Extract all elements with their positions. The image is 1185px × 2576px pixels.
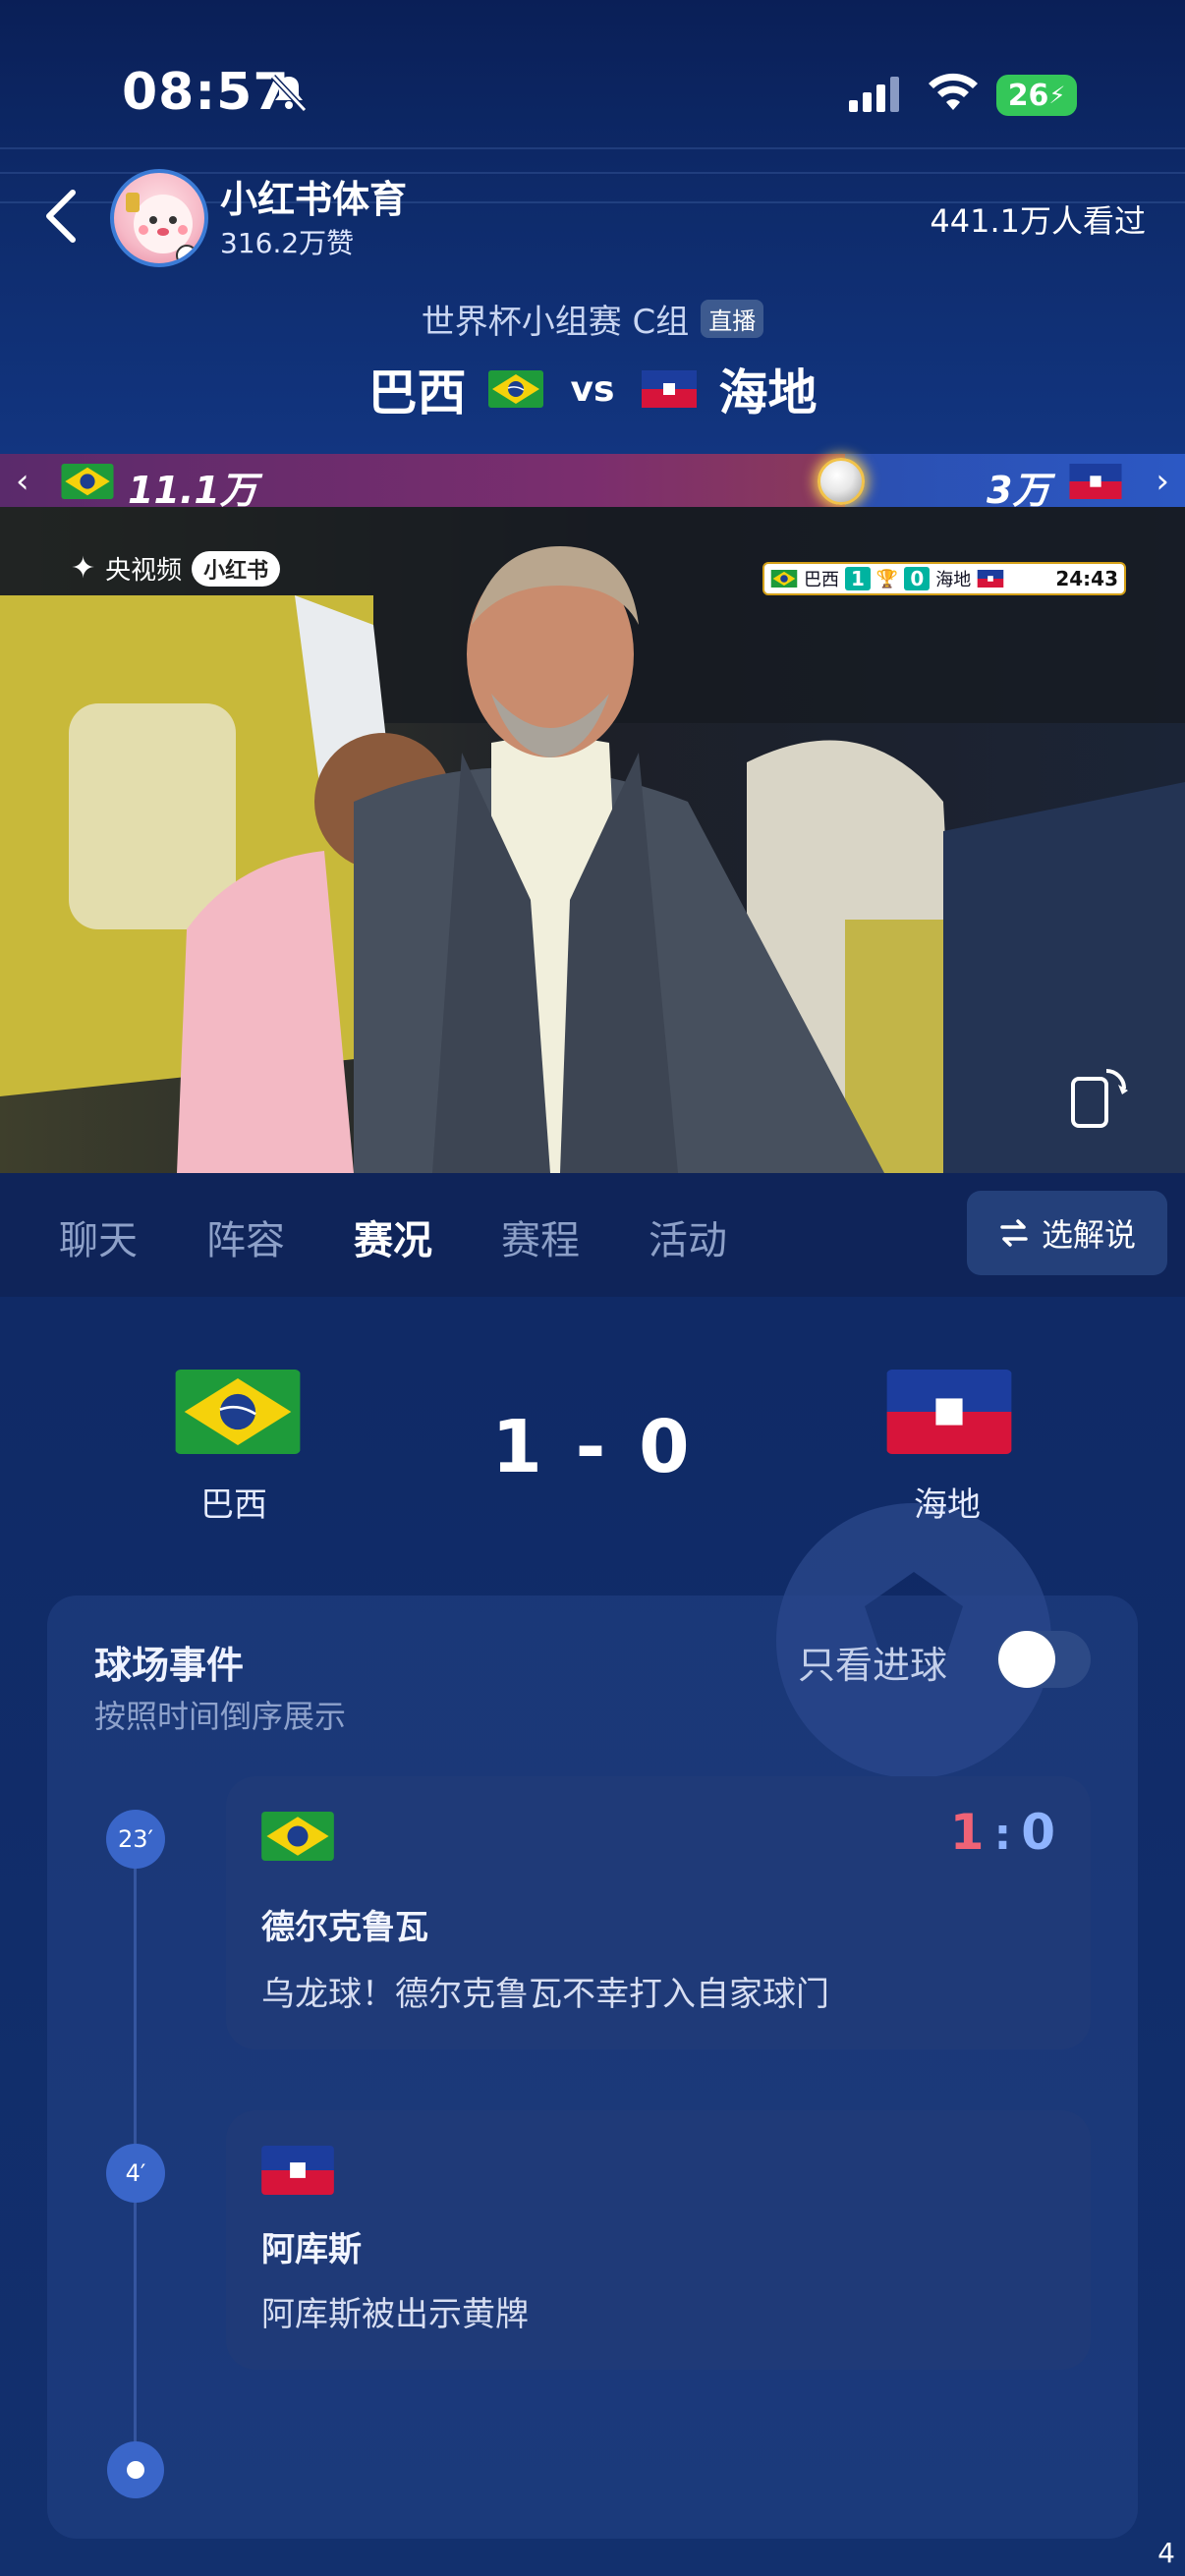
tab-activity[interactable]: 活动 xyxy=(649,1208,727,1265)
away-team-label: 海地 xyxy=(914,1485,981,1525)
scoreboard-home-score: 1 xyxy=(845,567,871,590)
tab-bar: 聊天 阵容 赛况 赛程 活动 选解说 xyxy=(0,1173,1185,1297)
brazil-flag-icon xyxy=(61,464,114,499)
select-commentary-button[interactable]: 选解说 xyxy=(967,1191,1167,1275)
battery-indicator: 26 ⚡ xyxy=(996,75,1077,116)
rotate-screen-icon[interactable] xyxy=(1069,1065,1130,1130)
match-clock: 24:43 xyxy=(1055,567,1118,590)
scoreboard-away: 海地 xyxy=(935,570,972,590)
event-player: 德尔克鲁瓦 xyxy=(261,1908,428,1947)
channel-name[interactable]: 小红书体育 xyxy=(220,169,407,223)
event-score-home: 1 xyxy=(949,1804,985,1861)
events-title: 球场事件 xyxy=(94,1644,245,1687)
brazil-flag-icon xyxy=(770,570,798,588)
away-team-flag xyxy=(886,1370,1012,1454)
home-support[interactable]: ‹ 11.1万 xyxy=(0,454,845,512)
view-count: 441.1万人看过 xyxy=(930,202,1146,240)
tab-chat[interactable]: 聊天 xyxy=(59,1208,138,1265)
mute-icon xyxy=(270,74,308,113)
football-icon xyxy=(818,458,865,505)
live-video-player[interactable]: ✦ 央视频 小红书 巴西 1 🏆 0 海地 24:43 xyxy=(0,507,1185,1173)
live-badge: 直播 xyxy=(701,300,764,338)
haiti-flag-icon xyxy=(1069,464,1122,499)
tab-schedule[interactable]: 赛程 xyxy=(501,1208,580,1265)
cctv-icon: ✦ xyxy=(71,551,96,586)
broadcaster-name: 央视频 xyxy=(105,556,183,586)
match-status-panel: 巴西 1 - 0 海地 球场事件 按照时间倒序展示 只看进球 23′ 1:0 德… xyxy=(0,1297,1185,2576)
timeline-end-icon xyxy=(107,2441,164,2498)
trophy-icon: 🏆 xyxy=(875,568,899,589)
swap-icon xyxy=(1000,1219,1028,1247)
goals-only-label: 只看进球 xyxy=(798,1644,948,1687)
haiti-flag-icon xyxy=(886,1370,1012,1454)
support-bar[interactable]: ‹ 11.1万 3万 › xyxy=(0,454,1185,512)
match-stage-label: 世界杯小组赛 C组 xyxy=(421,303,690,342)
event-item[interactable]: 1:0 德尔克鲁瓦 乌龙球！德尔克鲁瓦不幸打入自家球门 xyxy=(226,1776,1091,2049)
event-player: 阿库斯 xyxy=(261,2230,362,2269)
event-score: 1:0 xyxy=(950,1804,1055,1861)
scoreboard-home: 巴西 xyxy=(804,570,839,590)
home-support-count: 11.1万 xyxy=(128,469,257,512)
match-teams: 巴西 vs 海地 xyxy=(0,354,1185,424)
tab-lineup[interactable]: 阵容 xyxy=(206,1208,285,1265)
video-frame xyxy=(0,507,1185,1173)
toggle-knob xyxy=(998,1631,1055,1688)
broadcaster-logo: ✦ 央视频 小红书 xyxy=(71,550,281,587)
event-team-flag xyxy=(261,2146,334,2195)
scoreboard-away-score: 0 xyxy=(904,567,931,590)
away-support-count: 3万 xyxy=(987,469,1050,512)
live-header: 08:57 26 ⚡ 小红书体育 316.2万赞 441.1万人看过 世界杯小组… xyxy=(0,0,1185,454)
haiti-flag-icon xyxy=(978,570,1004,588)
event-team-flag xyxy=(261,1812,334,1861)
away-team-name: 海地 xyxy=(718,364,818,421)
away-support[interactable]: 3万 › xyxy=(845,454,1185,512)
brazil-flag-icon xyxy=(261,1812,334,1861)
channel-likes: 316.2万赞 xyxy=(220,227,355,259)
tab-match-status[interactable]: 赛况 xyxy=(354,1208,432,1265)
channel-avatar[interactable] xyxy=(110,169,208,267)
video-scoreboard: 巴西 1 🏆 0 海地 24:43 xyxy=(762,562,1126,595)
battery-level: 26 xyxy=(1007,78,1049,113)
haiti-flag-icon xyxy=(642,370,698,408)
goals-only-toggle[interactable] xyxy=(996,1631,1091,1688)
page-number: 4 xyxy=(1157,2537,1175,2569)
event-minute: 4′ xyxy=(106,2144,165,2203)
status-time: 08:57 xyxy=(122,63,290,122)
event-score-away: 0 xyxy=(1021,1804,1055,1861)
wifi-icon xyxy=(929,73,978,110)
event-description: 乌龙球！德尔克鲁瓦不幸打入自家球门 xyxy=(261,1975,829,2014)
home-team-name: 巴西 xyxy=(367,364,467,421)
haiti-flag-icon xyxy=(261,2146,334,2195)
back-button[interactable] xyxy=(39,187,83,246)
event-score-separator: : xyxy=(993,1810,1012,1860)
event-item[interactable]: 阿库斯 阿库斯被出示黄牌 xyxy=(226,2110,1091,2370)
xhs-watermark: 小红书 xyxy=(192,550,281,587)
match-stage: 世界杯小组赛 C组 直播 xyxy=(0,295,1185,343)
commentary-label: 选解说 xyxy=(1041,1216,1136,1254)
signal-icon xyxy=(849,77,899,112)
chevron-right-icon[interactable]: › xyxy=(1156,462,1169,501)
events-subtitle: 按照时间倒序展示 xyxy=(94,1698,347,1735)
event-description: 阿库斯被出示黄牌 xyxy=(261,2295,529,2334)
stadium-decoration xyxy=(0,147,1185,149)
charging-icon: ⚡ xyxy=(1048,82,1066,109)
mascot-icon xyxy=(126,193,198,263)
event-minute: 23′ xyxy=(106,1810,165,1869)
match-events-card: 球场事件 按照时间倒序展示 只看进球 23′ 1:0 德尔克鲁瓦 乌龙球！德尔克… xyxy=(47,1596,1138,2539)
brazil-flag-icon xyxy=(487,370,543,408)
vs-label: vs xyxy=(570,368,615,410)
chevron-left-icon[interactable]: ‹ xyxy=(16,462,29,501)
